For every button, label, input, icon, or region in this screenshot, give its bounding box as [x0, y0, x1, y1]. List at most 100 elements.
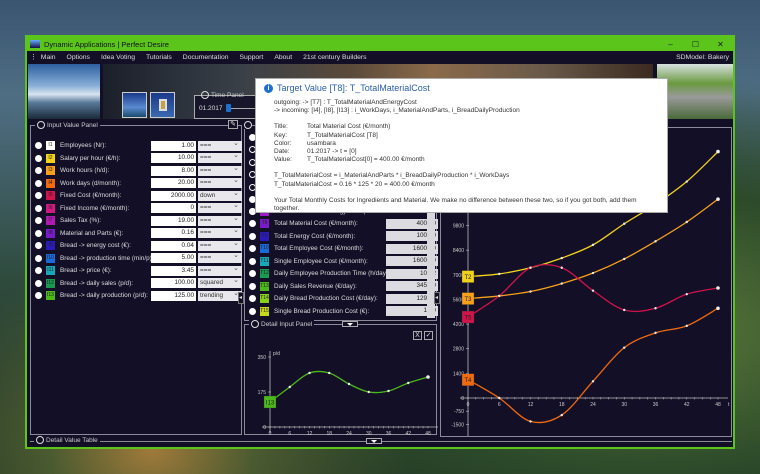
- data-point: [591, 289, 595, 292]
- radio-button[interactable]: [35, 154, 42, 162]
- radio-button[interactable]: [249, 295, 256, 302]
- x-tick-label: 36: [653, 402, 659, 408]
- variable-color-icon: I7: [46, 216, 55, 225]
- radio-button[interactable]: [35, 204, 42, 212]
- radio-button[interactable]: [35, 229, 42, 237]
- time-panel-title: Time Panel: [211, 91, 244, 99]
- input-label: Bread -> production time (min/p):: [60, 254, 151, 262]
- input-value-field[interactable]: 0: [151, 203, 196, 213]
- variable-color-icon: T8: [260, 219, 269, 228]
- data-point: [591, 243, 595, 247]
- radio-button[interactable]: [249, 245, 256, 252]
- input-mode-select[interactable]: ===: [198, 176, 242, 188]
- x-tick-label: 0: [269, 431, 272, 436]
- input-mode-select[interactable]: ===: [198, 164, 242, 176]
- input-mode-select[interactable]: ===: [198, 214, 242, 226]
- edit-pencil-icon[interactable]: ✎: [228, 120, 238, 129]
- radio-button[interactable]: [35, 242, 42, 249]
- y-axis-label: p/d: [273, 351, 280, 357]
- target-row[interactable]: T10 Total Employee Cost (€/month): 1600.…: [249, 243, 440, 254]
- thumbnail-door[interactable]: [150, 92, 175, 118]
- input-value-field[interactable]: 2000.00: [151, 190, 196, 201]
- variable-color-icon: I6: [46, 203, 55, 213]
- menu-about[interactable]: About: [274, 54, 292, 61]
- radio-button[interactable]: [249, 232, 256, 240]
- field-key: Title:: [274, 123, 288, 131]
- data-point: [407, 381, 410, 385]
- input-value-field[interactable]: 10.00: [151, 153, 196, 163]
- data-point: [654, 240, 657, 243]
- input-mode-select[interactable]: down: [198, 189, 242, 201]
- input-value-field[interactable]: 5.00: [151, 253, 196, 263]
- target-row[interactable]: T9 Total Energy Cost (€/month): 100.00: [249, 231, 440, 242]
- input-value-field[interactable]: 19.00: [151, 215, 196, 226]
- series-marker-label: T2: [464, 275, 472, 281]
- radio-button[interactable]: [35, 279, 42, 287]
- input-value-field[interactable]: 0.16: [151, 228, 196, 238]
- menu-options[interactable]: Options: [67, 54, 90, 61]
- radio-button[interactable]: [249, 270, 256, 277]
- menu-tutorials[interactable]: Tutorials: [146, 54, 172, 61]
- variable-color-icon: I3: [46, 166, 55, 175]
- radio-button[interactable]: [35, 292, 42, 299]
- target-label: Total Energy Cost (€/month):: [274, 232, 356, 240]
- input-value-field[interactable]: 100.00: [151, 278, 196, 288]
- radio-button[interactable]: [35, 142, 42, 149]
- menu-21st-century-builders[interactable]: 21st century Builders: [303, 54, 366, 61]
- menu-idea-voting[interactable]: Idea Voting: [101, 54, 135, 61]
- field-value: T_TotalMaterialCost [T8]: [307, 131, 378, 139]
- target-row[interactable]: T15 Single Bread Production Cost (€): 1.…: [249, 306, 440, 317]
- variable-color-icon: I5: [46, 191, 55, 200]
- radio-button[interactable]: [249, 282, 256, 290]
- input-mode-select[interactable]: ===: [198, 226, 242, 238]
- radio-button[interactable]: [35, 192, 42, 199]
- radio-button[interactable]: [249, 307, 256, 315]
- input-label: Sales Tax (%):: [60, 217, 102, 224]
- input-mode-select[interactable]: ===: [198, 251, 242, 263]
- radio-button[interactable]: [35, 267, 42, 274]
- target-row[interactable]: T14 Daily Bread Production Cost (€/day):…: [249, 293, 440, 304]
- input-mode-select[interactable]: ===: [198, 239, 242, 251]
- input-value-field[interactable]: 1.00: [151, 140, 196, 151]
- input-mode-select[interactable]: squared: [198, 276, 242, 288]
- y-tick-label: 350: [258, 355, 267, 361]
- radio-button[interactable]: [249, 220, 256, 227]
- radio-button[interactable]: [35, 179, 42, 187]
- target-row[interactable]: T13 Daily Sales Revenue (€/day): 345.00: [249, 281, 440, 292]
- y-tick-label: 0: [263, 425, 266, 431]
- input-mode-select[interactable]: ===: [198, 201, 242, 213]
- minimize-button[interactable]: –: [658, 40, 683, 49]
- time-slider-thumb[interactable]: [226, 104, 231, 112]
- menu-support[interactable]: Support: [240, 54, 264, 61]
- target-label: Total Employee Cost (€/month):: [274, 245, 364, 252]
- thumbnail-sky[interactable]: [122, 92, 147, 118]
- detail-input-chart: 0612182430364248t0175350p/dI13: [258, 351, 438, 436]
- input-value-field[interactable]: 8.00: [151, 165, 196, 176]
- radio-button[interactable]: [249, 257, 256, 265]
- radio-button[interactable]: [35, 217, 42, 224]
- target-row[interactable]: T12 Daily Employee Production Time (h/da…: [249, 268, 440, 279]
- maximize-button[interactable]: ☐: [683, 40, 708, 49]
- input-value-field[interactable]: 0.04: [151, 240, 196, 251]
- input-value-field[interactable]: 3.45: [151, 265, 196, 276]
- input-mode-select[interactable]: trending: [198, 289, 242, 301]
- menu-main[interactable]: Main: [41, 54, 56, 61]
- target-row[interactable]: T8 Total Material Cost (€/month): 400.00: [249, 218, 440, 229]
- target-row[interactable]: T11 Single Employee Cost (€/month): 1600…: [249, 256, 440, 267]
- radio-button[interactable]: [35, 167, 42, 174]
- close-button[interactable]: ✕: [708, 40, 733, 49]
- input-mode-select[interactable]: ===: [198, 151, 242, 163]
- input-value-field[interactable]: 125.00: [151, 290, 196, 301]
- radio-button[interactable]: [35, 254, 42, 262]
- input-mode-select[interactable]: ===: [198, 139, 242, 151]
- input-mode-select[interactable]: ===: [198, 264, 242, 276]
- detail-table-dropdown-button[interactable]: [366, 438, 382, 444]
- tooltip-incoming: -> incoming: [I4], [I8], [I13] : i_WorkD…: [274, 107, 520, 115]
- tooltip-description: Your Total Monthly Costs for Ingredients…: [274, 196, 637, 213]
- time-slider[interactable]: [226, 104, 258, 112]
- menu-documentation[interactable]: Documentation: [183, 54, 229, 61]
- input-value-field[interactable]: 20.00: [151, 178, 196, 188]
- data-point: [560, 256, 563, 260]
- input-label: Fixed Income (€/month):: [60, 204, 130, 212]
- field-key: Color:: [274, 139, 292, 147]
